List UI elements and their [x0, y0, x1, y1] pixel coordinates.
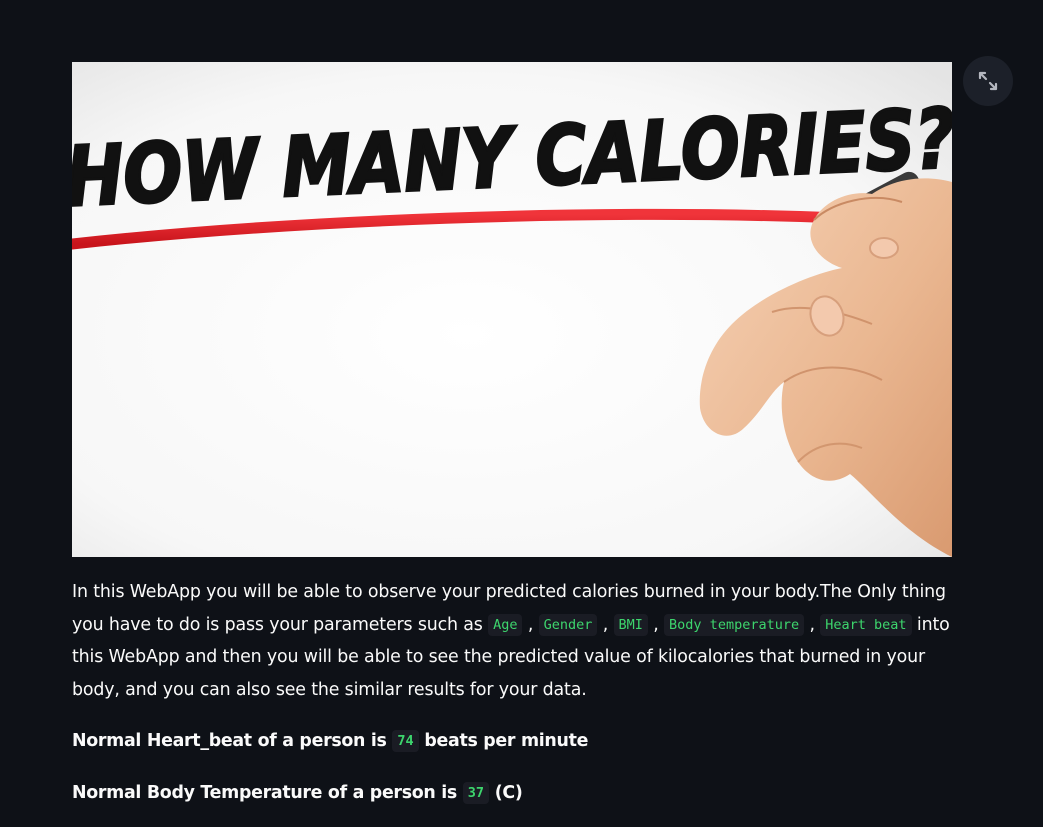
heart-beat-unit: beats per minute [418, 731, 589, 751]
hero-image: HOW MANY CALORIES? [72, 62, 952, 557]
separator: , [597, 614, 614, 635]
calories-illustration: HOW MANY CALORIES? [72, 62, 952, 557]
param-gender: Gender [538, 613, 598, 636]
intro-section: In this WebApp you will be able to obser… [72, 576, 956, 706]
body-temp-value: 37 [462, 782, 489, 804]
fullscreen-button[interactable] [963, 56, 1013, 106]
app-page: HOW MANY CALORIES? In this WebApp you wi… [0, 0, 1043, 827]
param-age: Age [488, 613, 523, 636]
param-body-temperature: Body temperature [664, 613, 805, 636]
normal-heart-beat-line: Normal Heart_beat of a person is 74 beat… [72, 728, 588, 754]
param-heart-beat: Heart beat [820, 613, 912, 636]
separator: , [647, 614, 665, 635]
separator: , [522, 614, 539, 635]
param-bmi: BMI [613, 613, 648, 636]
body-temp-label: Normal Body Temperature of a person is [72, 783, 463, 803]
normal-body-temp-line: Normal Body Temperature of a person is 3… [72, 780, 523, 806]
intro-paragraph: In this WebApp you will be able to obser… [72, 576, 956, 706]
expand-icon [978, 71, 998, 91]
heart-beat-label: Normal Heart_beat of a person is [72, 731, 393, 751]
body-temp-unit: (C) [488, 783, 523, 803]
separator: , [804, 614, 821, 635]
heart-beat-value: 74 [392, 730, 419, 752]
